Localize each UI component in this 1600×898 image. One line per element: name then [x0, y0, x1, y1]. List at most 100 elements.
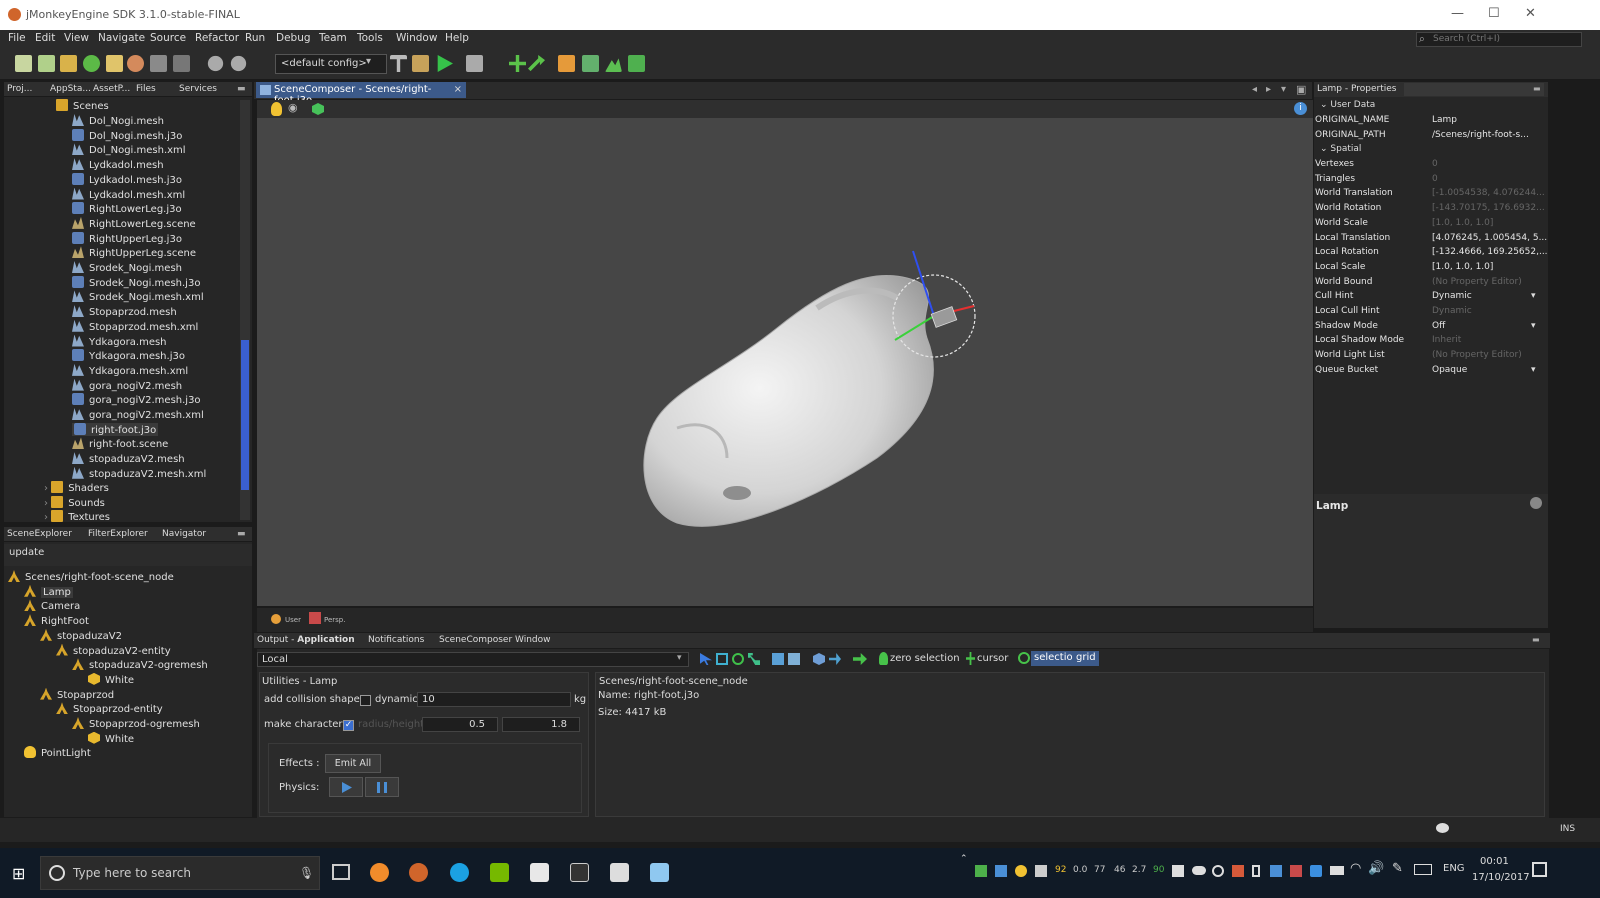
terminal-icon[interactable] [570, 863, 589, 882]
taskbar-date[interactable]: 17/10/2017 [1472, 872, 1530, 883]
nvidia-icon[interactable] [490, 863, 509, 882]
project-file-item[interactable]: Ydkagora.mesh.xml [72, 363, 188, 377]
tray-volume-icon[interactable]: 🔊 [1368, 861, 1384, 876]
light-toggle-icon[interactable] [271, 102, 282, 116]
project-file-item[interactable]: right-foot.scene [72, 437, 168, 450]
menu-refactor[interactable]: Refactor [195, 32, 239, 44]
menu-view[interactable]: View [64, 32, 89, 44]
project-file-item[interactable]: right-foot.j3o [72, 422, 159, 436]
user-view-label[interactable]: User [285, 616, 301, 624]
expand-icon[interactable]: › [44, 498, 51, 509]
cursor-button[interactable]: cursor [977, 653, 1008, 664]
forward-arrow-icon[interactable] [853, 653, 867, 665]
project-file-item[interactable]: RightUpperLeg.j3o [72, 231, 182, 245]
project-file-item[interactable]: Lydkadol.mesh [72, 158, 164, 171]
tab-nav-left-icon[interactable]: ◂ [1252, 84, 1257, 95]
update-button[interactable]: update [4, 544, 252, 566]
emit-all-button[interactable]: Emit All [325, 754, 381, 773]
save-icon[interactable] [150, 55, 167, 72]
local-select[interactable]: Local [257, 652, 689, 667]
scene-node-item[interactable]: Stopaprzod [40, 687, 114, 701]
image-icon[interactable] [558, 55, 575, 72]
tray-sync-icon[interactable] [1212, 865, 1224, 877]
collision-checkbox[interactable] [360, 695, 371, 706]
menu-source[interactable]: Source [150, 32, 186, 44]
photos-icon[interactable] [610, 863, 629, 882]
office-icon[interactable] [530, 863, 549, 882]
clean-build-icon[interactable] [412, 55, 429, 72]
project-file-item[interactable]: Ydkagora.mesh.j3o [72, 349, 185, 362]
select-tool-icon[interactable] [700, 653, 712, 665]
tray-app-icon[interactable] [975, 865, 987, 877]
scale-tool-icon[interactable] [748, 653, 760, 665]
scene-node-item[interactable]: stopaduzaV2-ogremesh [72, 658, 208, 671]
tab-output-application[interactable]: Output - Application [257, 635, 355, 645]
tab-projects[interactable]: Proj... [7, 84, 32, 94]
help-icon[interactable] [1530, 497, 1542, 509]
tab-files[interactable]: Files [136, 84, 156, 94]
run-icon[interactable] [437, 55, 453, 72]
rotate-tool-icon[interactable] [732, 653, 744, 665]
menu-file[interactable]: File [8, 32, 26, 44]
taskbar-time[interactable]: 00:01 [1480, 856, 1509, 867]
tray-light-icon[interactable] [1015, 865, 1027, 877]
property-value[interactable]: Off [1432, 321, 1445, 331]
chevron-down-icon[interactable]: ▾ [1531, 321, 1536, 331]
project-file-item[interactable]: stopaduzaV2.mesh.xml [72, 466, 206, 480]
scene-node-item[interactable]: stopaduzaV2-entity [56, 643, 171, 657]
project-file-item[interactable]: Ydkagora.mesh [72, 334, 167, 348]
project-folder-item[interactable]: › Textures [44, 510, 110, 523]
cursor-icon[interactable] [966, 652, 975, 665]
section-spatial[interactable]: ⌄ Spatial [1320, 144, 1361, 154]
scene-viewport[interactable] [257, 118, 1313, 606]
tray-expand-icon[interactable]: ⌃ [960, 854, 968, 864]
project-file-item[interactable]: Dol_Nogi.mesh [72, 114, 164, 127]
persp-view-label[interactable]: Persp. [324, 616, 345, 624]
tab-notifications[interactable]: Notifications [368, 635, 424, 645]
property-value[interactable]: [1.0, 1.0, 1.0] [1432, 262, 1493, 272]
minimize-panel-icon[interactable]: ▬ [237, 529, 246, 539]
scrollbar-thumb[interactable] [241, 340, 249, 490]
arrow-icon[interactable] [528, 55, 545, 72]
menu-tools[interactable]: Tools [357, 32, 383, 44]
tray-network-icon[interactable] [1172, 865, 1184, 877]
snap-icon[interactable] [772, 653, 784, 665]
height-input[interactable]: 1.8 [502, 717, 580, 732]
notes-icon[interactable] [650, 863, 669, 882]
dynamic-mass-input[interactable]: 10 [417, 692, 571, 707]
property-value[interactable]: Lamp [1432, 115, 1457, 125]
section-user-data[interactable]: ⌄ User Data [1320, 100, 1375, 110]
menu-debug[interactable]: Debug [276, 32, 311, 44]
folder-scenes[interactable]: Scenes [56, 99, 109, 112]
move-tool-icon[interactable] [716, 653, 728, 665]
tab-nav-right-icon[interactable]: ▸ [1266, 84, 1271, 95]
plugin-icon[interactable] [127, 55, 144, 72]
landscape-icon[interactable] [605, 58, 622, 72]
tab-appstates[interactable]: AppSta... [50, 84, 91, 94]
tray-dropbox-icon[interactable] [1270, 865, 1282, 877]
project-file-item[interactable]: Srodek_Nogi.mesh [72, 261, 182, 274]
property-value[interactable]: Dynamic [1432, 291, 1472, 301]
project-file-item[interactable]: Dol_Nogi.mesh.j3o [72, 128, 182, 142]
task-view-icon[interactable] [332, 864, 350, 880]
save-all-icon[interactable] [173, 55, 190, 72]
tab-scenecomposer-window[interactable]: SceneComposer Window [439, 635, 551, 645]
perspective-icon[interactable] [309, 612, 321, 624]
tray-keyboard-icon[interactable] [1414, 864, 1432, 875]
menu-navigate[interactable]: Navigate [98, 32, 145, 44]
maximize-button[interactable]: ☐ [1488, 6, 1500, 21]
tray-printer-icon[interactable] [1035, 865, 1047, 877]
zero-selection-icon[interactable] [879, 652, 888, 665]
minimize-panel-icon[interactable]: ▬ [1533, 84, 1541, 93]
tab-sceneexplorer[interactable]: SceneExplorer [7, 529, 72, 539]
project-file-item[interactable]: Dol_Nogi.mesh.xml [72, 143, 186, 156]
character-checkbox[interactable]: ✓ [343, 720, 354, 731]
tray-steam-icon[interactable] [1310, 865, 1322, 877]
tray-onedrive-icon[interactable] [1192, 866, 1206, 875]
blender-icon[interactable] [370, 863, 389, 882]
tray-bluetooth-icon[interactable] [995, 865, 1007, 877]
property-value[interactable]: /Scenes/right-foot-s... [1432, 130, 1529, 140]
undo-icon[interactable] [207, 55, 224, 72]
windows-start-icon[interactable]: ⊞ [12, 864, 25, 883]
project-file-item[interactable]: Stopaprzod.mesh [72, 305, 177, 318]
